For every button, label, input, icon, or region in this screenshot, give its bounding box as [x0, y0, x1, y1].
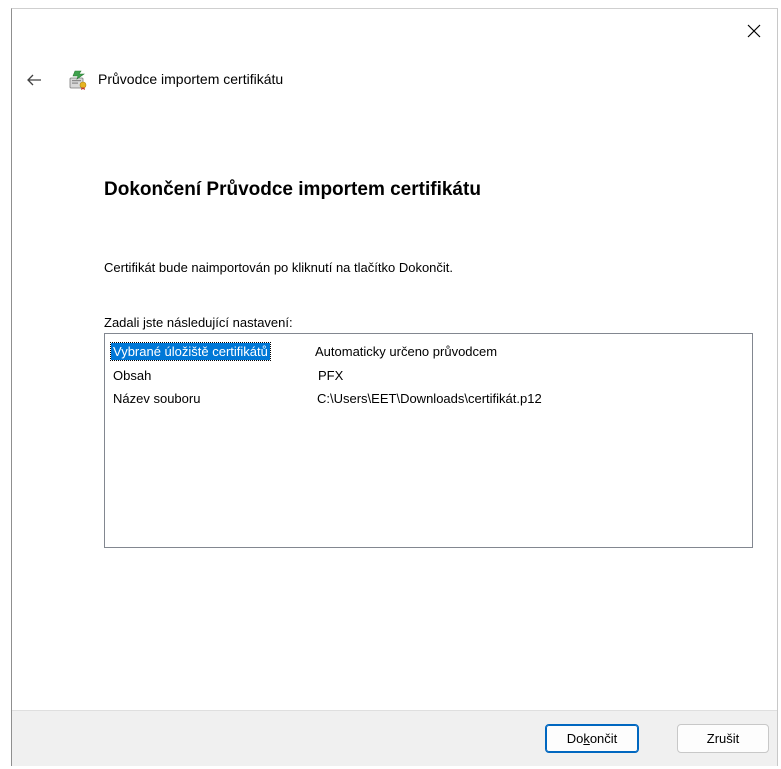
certificate-wizard-icon — [69, 70, 87, 90]
info-text: Certifikát bude naimportován po kliknutí… — [104, 260, 454, 275]
certificate-import-wizard-window: Průvodce importem certifikátu Dokončení … — [11, 8, 778, 766]
close-icon — [747, 24, 761, 38]
settings-row-key: Název souboru — [113, 391, 201, 406]
settings-row-value: PFX — [318, 368, 344, 383]
finish-label-end: ončit — [589, 731, 618, 746]
settings-row-value: Automaticky určeno průvodcem — [315, 344, 498, 359]
settings-row-value: C:\Users\EET\Downloads\certifikát.p12 — [317, 391, 542, 406]
finish-label-start: Do — [566, 731, 584, 746]
settings-label: Zadali jste následující nastavení: — [104, 315, 293, 330]
page-heading: Dokončení Průvodce importem certifikátu — [104, 179, 481, 200]
back-arrow-icon — [27, 74, 41, 86]
settings-row-key: Obsah — [113, 368, 152, 383]
finish-button[interactable]: Do k ončit — [545, 724, 639, 753]
settings-list[interactable]: Vybrané úložiště certifikátů Automaticky… — [104, 333, 753, 548]
button-bar: Do k ončit Zrušit — [12, 710, 777, 766]
back-button[interactable] — [22, 69, 46, 91]
close-button[interactable] — [731, 9, 777, 53]
cancel-button[interactable]: Zrušit — [677, 724, 769, 753]
wizard-title: Průvodce importem certifikátu — [98, 71, 284, 87]
settings-row-key: Vybrané úložiště certifikátů — [110, 342, 271, 361]
